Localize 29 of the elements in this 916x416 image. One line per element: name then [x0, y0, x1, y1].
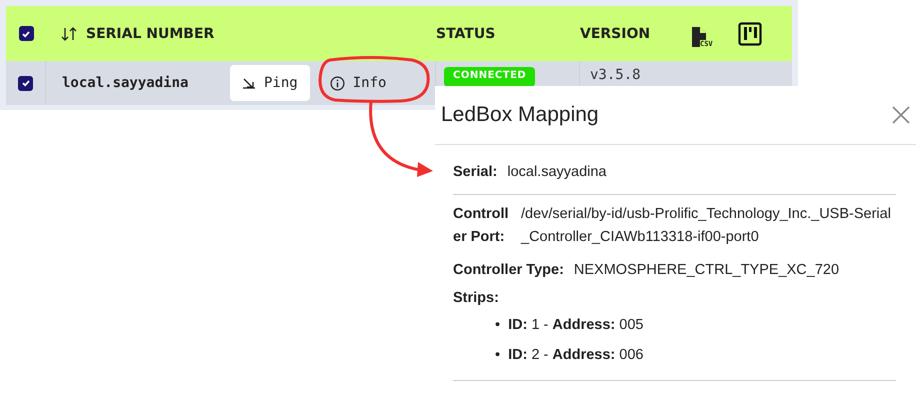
bullet: •: [495, 317, 500, 333]
field-value: /dev/serial/by-id/usb-Prolific_Technology_Inc._USB-Serial_Controller_CIAWb113318-if00-port0: [521, 205, 892, 247]
check-icon: [20, 78, 30, 88]
column-header: STATUS: [436, 26, 496, 42]
sort-icon[interactable]: [60, 26, 78, 42]
column-header: SERIAL NUMBER: [86, 26, 214, 42]
version-text: v3.5.8: [590, 67, 641, 83]
serial-number: local.sayyadina: [62, 75, 190, 91]
check-icon: [21, 28, 31, 38]
ping-icon: [242, 77, 256, 89]
bullet: •: [495, 347, 500, 363]
strip-item: ID: 1 - Address: 005: [508, 317, 644, 333]
row-checkbox[interactable]: [18, 76, 33, 90]
field-value: NEXMOSPHERE_CTRL_TYPE_XC_720: [574, 261, 840, 280]
field-value: local.sayyadina: [507, 163, 606, 182]
ping-button[interactable]: Ping: [230, 65, 310, 101]
close-icon[interactable]: [892, 106, 910, 124]
field-label: Controller Port:: [453, 205, 510, 247]
strip-item: ID: 2 - Address: 006: [508, 347, 644, 363]
field-label: Strips:: [453, 290, 500, 306]
info-button[interactable]: Info: [318, 65, 398, 101]
status-badge: CONNECTED: [444, 67, 536, 87]
board-icon[interactable]: [738, 22, 762, 46]
modal-title: LedBox Mapping: [441, 103, 599, 127]
column-header: VERSION: [580, 26, 650, 42]
info-icon: [330, 76, 345, 90]
field-label: Controller Type:: [453, 261, 564, 280]
select-all-checkbox[interactable]: [18, 26, 34, 41]
field-label: Serial:: [453, 163, 498, 182]
